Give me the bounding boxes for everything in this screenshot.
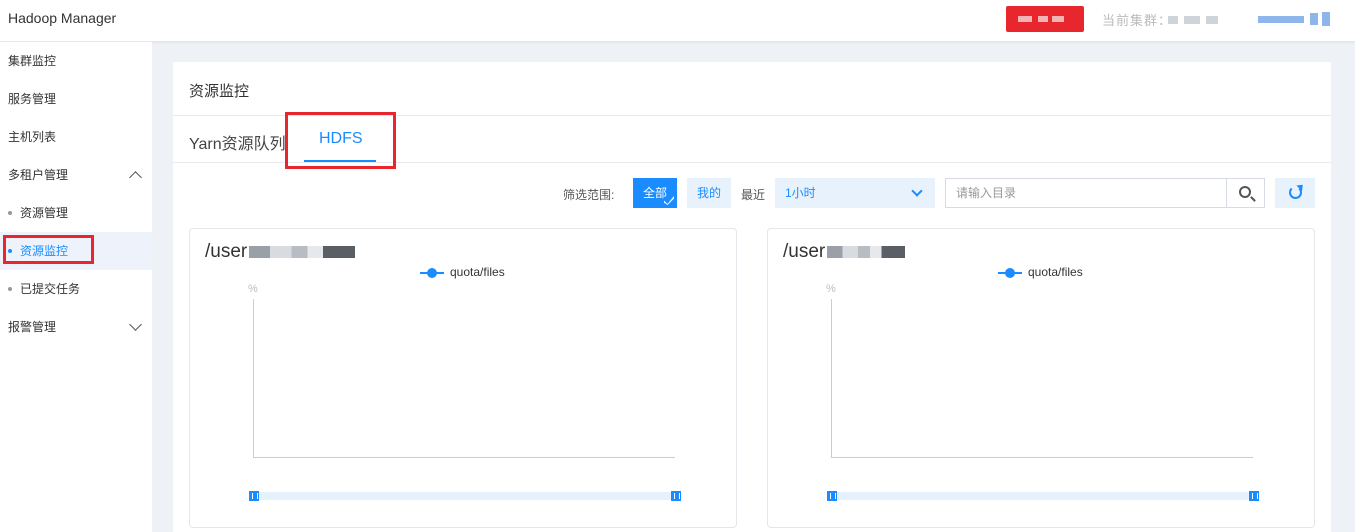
chart-card: /user quota/files % (189, 228, 737, 528)
recent-label: 最近 (741, 188, 766, 202)
search-icon (1239, 186, 1251, 198)
chart-card: /user quota/files % (767, 228, 1315, 528)
app-title: Hadoop Manager (8, 10, 117, 26)
y-axis-unit: % (826, 283, 836, 295)
legend-label: quota/files (450, 265, 505, 279)
chart-title: /user (205, 241, 356, 263)
chevron-down-icon (129, 318, 142, 331)
cluster-name-redacted-2 (1184, 16, 1200, 24)
sidebar-item-resource-monitor[interactable]: 资源监控 (0, 232, 152, 270)
search-icon-handle (1250, 196, 1256, 202)
zoom-handle-left[interactable] (249, 491, 259, 501)
sidebar-item-label: 资源管理 (20, 206, 69, 220)
search-button[interactable] (1226, 178, 1265, 208)
sidebar-item-cluster-monitor[interactable]: 集群监控 (0, 42, 152, 80)
redacted-username (249, 245, 356, 258)
directory-search-input[interactable] (945, 178, 1227, 208)
refresh-button[interactable] (1275, 178, 1315, 208)
page-title: 资源监控 (189, 83, 250, 100)
sidebar-item-submitted-tasks[interactable]: 已提交任务 (0, 270, 152, 308)
zoom-handle-left[interactable] (827, 491, 837, 501)
zoom-handle-right[interactable] (1249, 491, 1259, 501)
sidebar-item-label: 资源监控 (20, 244, 69, 258)
x-axis (253, 457, 675, 458)
chart-title-text: /user (205, 241, 248, 262)
tab-hdfs[interactable]: HDFS (319, 130, 363, 148)
scope-mine-button[interactable]: 我的 (687, 178, 731, 208)
tabs-bar: Yarn资源队列 HDFS (173, 116, 1331, 163)
legend-marker-icon (998, 267, 1022, 278)
y-axis-unit: % (248, 283, 258, 295)
active-tab-indicator (304, 160, 376, 162)
chart-title: /user (783, 241, 906, 263)
top-header: Hadoop Manager 当前集群： (0, 0, 1355, 42)
redacted-username (827, 245, 906, 258)
sidebar-item-alarm-management[interactable]: 报警管理 (0, 308, 152, 346)
sidebar-item-resource-management[interactable]: 资源管理 (0, 194, 152, 232)
chart-legend[interactable]: quota/files (998, 265, 1083, 279)
sidebar-item-label: 主机列表 (8, 130, 57, 144)
sidebar-item-label: 集群监控 (8, 54, 57, 68)
x-axis (831, 457, 1253, 458)
sidebar-item-label: 多租户管理 (8, 168, 69, 182)
chart-title-text: /user (783, 241, 826, 262)
chevron-up-icon (129, 171, 142, 184)
resource-monitor-panel: 资源监控 Yarn资源队列 HDFS 筛选范围: 全部 我的 最近 1小时 /u… (173, 62, 1331, 532)
cluster-name-redacted (1168, 16, 1178, 24)
data-zoom-slider[interactable] (249, 491, 681, 501)
y-axis (253, 299, 254, 457)
sidebar-item-multi-tenant[interactable]: 多租户管理 (0, 156, 152, 194)
tab-yarn-queue[interactable]: Yarn资源队列 (189, 130, 286, 154)
time-range-value: 1小时 (785, 186, 816, 200)
data-zoom-slider[interactable] (827, 491, 1259, 501)
chevron-down-icon (911, 185, 923, 197)
sidebar-item-service-management[interactable]: 服务管理 (0, 80, 152, 118)
time-range-select[interactable]: 1小时 (775, 178, 935, 208)
zoom-handle-right[interactable] (671, 491, 681, 501)
scope-all-button[interactable]: 全部 (633, 178, 677, 208)
sidebar: 集群监控 服务管理 主机列表 多租户管理 资源管理 资源监控 已提交任务 报警管… (0, 42, 152, 532)
user-menu[interactable] (1258, 12, 1330, 26)
current-cluster-label: 当前集群： (1102, 13, 1173, 28)
sidebar-item-label: 报警管理 (8, 320, 57, 334)
redacted-user-badge (1006, 6, 1084, 32)
sidebar-item-label: 服务管理 (8, 92, 57, 106)
legend-marker-icon (420, 267, 444, 278)
sidebar-item-label: 已提交任务 (20, 282, 81, 296)
y-axis (831, 299, 832, 457)
scope-label: 筛选范围: (563, 188, 615, 202)
chart-legend[interactable]: quota/files (420, 265, 505, 279)
legend-label: quota/files (1028, 265, 1083, 279)
scope-all-label: 全部 (643, 186, 668, 200)
cluster-name-redacted-3 (1206, 16, 1218, 24)
sidebar-item-host-list[interactable]: 主机列表 (0, 118, 152, 156)
